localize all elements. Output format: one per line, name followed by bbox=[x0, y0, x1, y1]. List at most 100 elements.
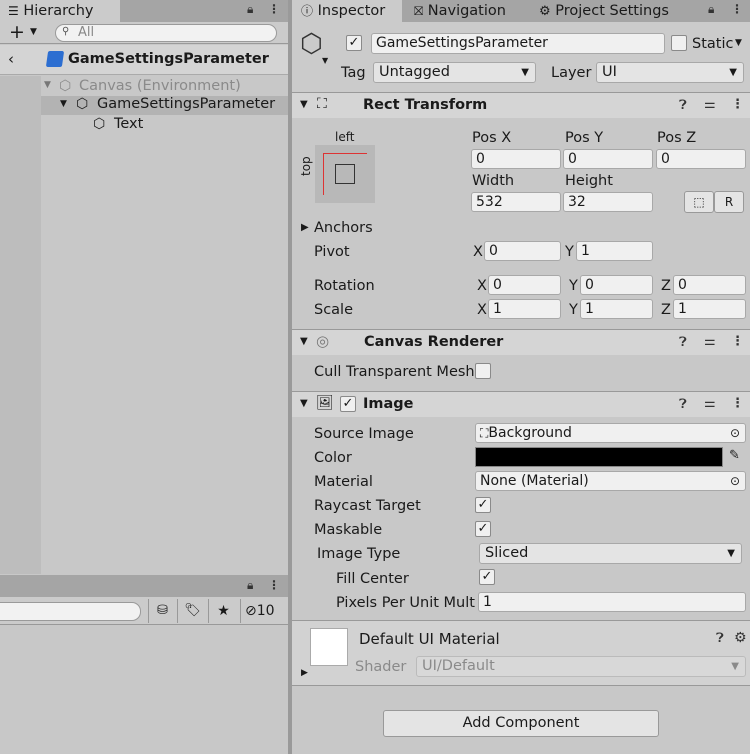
scale-z-input[interactable]: 1 bbox=[673, 299, 746, 319]
image-enabled-checkbox[interactable]: ✓ bbox=[340, 396, 356, 412]
info-icon: ⓘ bbox=[301, 4, 314, 18]
gameobject-large-icon[interactable]: ⬡ bbox=[300, 31, 323, 57]
foldout-arrow-icon[interactable]: ▼ bbox=[300, 398, 308, 409]
list-icon: ☰ bbox=[8, 4, 19, 18]
expand-arrow-icon[interactable]: ▼ bbox=[60, 99, 67, 109]
eyedropper-icon[interactable]: ✎ bbox=[729, 448, 740, 463]
more-menu-icon[interactable]: ⋮ bbox=[731, 97, 744, 112]
help-icon[interactable]: ❓︎ bbox=[679, 397, 687, 412]
pixels-per-unit-input[interactable]: 1 bbox=[478, 592, 746, 612]
tab-inspector[interactable]: ⓘ Inspector bbox=[292, 0, 402, 22]
image-header[interactable]: ▼ 🖼︎ ✓ Image ❓︎ ⚌ ⋮ bbox=[292, 391, 750, 417]
add-button[interactable]: + bbox=[9, 21, 25, 43]
bottom-search-input[interactable] bbox=[0, 602, 141, 621]
static-dropdown-arrow-icon[interactable]: ▼ bbox=[735, 38, 742, 48]
tag-label: Tag bbox=[341, 65, 366, 81]
object-picker-icon[interactable]: ⊙ bbox=[730, 472, 740, 490]
back-chevron-icon[interactable]: ‹ bbox=[8, 50, 14, 68]
icon-dropdown-arrow-icon[interactable]: ▼ bbox=[322, 56, 328, 65]
rotation-y-input[interactable]: 0 bbox=[580, 275, 653, 295]
search-icon: ⚲ bbox=[62, 26, 70, 37]
tab-hierarchy[interactable]: ☰ Hierarchy bbox=[0, 0, 120, 22]
gear-icon[interactable]: ⚙ bbox=[734, 630, 747, 646]
more-menu-icon[interactable]: ⋮ bbox=[731, 396, 744, 411]
maskable-checkbox[interactable]: ✓ bbox=[475, 521, 491, 537]
more-menu-icon[interactable]: ⋮ bbox=[731, 2, 743, 16]
raycast-target-checkbox[interactable]: ✓ bbox=[475, 497, 491, 513]
blueprint-mode-button[interactable]: ⬚ bbox=[684, 191, 714, 213]
pos-y-input[interactable]: 0 bbox=[563, 149, 653, 169]
source-image-field[interactable]: ⛶Background ⊙ bbox=[475, 423, 746, 443]
expand-arrow-icon[interactable]: ▼ bbox=[44, 80, 51, 90]
favorite-star-icon[interactable]: ★ bbox=[208, 599, 238, 623]
active-checkbox[interactable]: ✓ bbox=[346, 35, 362, 51]
filter-label-icon[interactable]: 🏷︎ bbox=[177, 599, 207, 623]
gameobject-icon: ⬡ bbox=[76, 96, 89, 112]
scale-x-input[interactable]: 1 bbox=[488, 299, 561, 319]
scale-y-input[interactable]: 1 bbox=[580, 299, 653, 319]
tab-project-settings[interactable]: ⚙ Project Settings bbox=[536, 0, 669, 22]
hidden-count-toggle[interactable]: ⊘10 bbox=[240, 599, 275, 623]
bottom-panel-tabbar bbox=[0, 575, 288, 597]
image-type-dropdown[interactable]: Sliced ▼ bbox=[479, 543, 742, 564]
scene-title: GameSettingsParameter bbox=[68, 51, 269, 67]
help-icon[interactable]: ❓︎ bbox=[679, 98, 687, 113]
cull-transparent-mesh-checkbox[interactable] bbox=[475, 363, 491, 379]
color-swatch[interactable] bbox=[475, 447, 723, 467]
rect-transform-header[interactable]: ▼ ⛶ Rect Transform ❓︎ ⚌ ⋮ bbox=[292, 92, 750, 118]
layer-label: Layer bbox=[551, 65, 592, 81]
rotation-x-input[interactable]: 0 bbox=[488, 275, 561, 295]
static-checkbox[interactable] bbox=[671, 35, 687, 51]
shader-dropdown[interactable]: UI/Default ▼ bbox=[416, 656, 746, 677]
anchor-left-label: left bbox=[335, 130, 355, 144]
foldout-arrow-icon[interactable]: ▼ bbox=[300, 99, 308, 110]
gameobject-icon: ⬡ bbox=[93, 116, 106, 132]
tab-navigation[interactable]: ⛝ Navigation bbox=[408, 0, 506, 22]
add-dropdown-arrow-icon[interactable]: ▼ bbox=[30, 27, 37, 37]
presets-icon[interactable]: ⚌ bbox=[704, 396, 716, 411]
layer-dropdown[interactable]: UI ▼ bbox=[596, 62, 744, 83]
dotted-rect-icon: ⬚ bbox=[693, 195, 705, 209]
width-input[interactable]: 532 bbox=[471, 192, 561, 212]
help-icon[interactable]: ❓︎ bbox=[716, 631, 724, 646]
chevron-down-icon: ▼ bbox=[729, 67, 737, 78]
fill-center-checkbox[interactable]: ✓ bbox=[479, 569, 495, 585]
object-name-input[interactable]: GameSettingsParameter bbox=[371, 33, 665, 54]
anchors-label[interactable]: Anchors bbox=[314, 219, 373, 237]
lock-icon[interactable]: 🔒︎ bbox=[708, 2, 714, 17]
material-thumbnail bbox=[310, 628, 348, 666]
anchor-presets-button[interactable] bbox=[315, 145, 375, 203]
pivot-y-input[interactable]: 1 bbox=[576, 241, 653, 261]
hierarchy-search-input[interactable]: ⚲ All bbox=[55, 24, 277, 42]
canvas-renderer-icon: ◎ bbox=[316, 332, 330, 350]
more-menu-icon[interactable]: ⋮ bbox=[731, 334, 744, 349]
foldout-arrow-icon[interactable]: ▼ bbox=[300, 336, 308, 347]
pos-x-input[interactable]: 0 bbox=[471, 149, 561, 169]
rect-transform-icon: ⛶ bbox=[317, 96, 327, 112]
canvas-renderer-header[interactable]: ▼ ◎ Canvas Renderer ❓︎ ⚌ ⋮ bbox=[292, 329, 750, 355]
tag-dropdown[interactable]: Untagged ▼ bbox=[373, 62, 536, 83]
height-input[interactable]: 32 bbox=[563, 192, 653, 212]
material-field[interactable]: None (Material) ⊙ bbox=[475, 471, 746, 491]
lock-icon[interactable]: 🔒︎ bbox=[247, 578, 253, 593]
presets-icon[interactable]: ⚌ bbox=[704, 334, 716, 349]
filter-type-icon[interactable]: ⛁ bbox=[148, 599, 176, 623]
tree-item[interactable]: ▼ ⬡ Canvas (Environment) bbox=[41, 78, 288, 96]
more-menu-icon[interactable]: ⋮ bbox=[268, 578, 280, 592]
pos-z-input[interactable]: 0 bbox=[656, 149, 746, 169]
lock-icon[interactable]: 🔒︎ bbox=[247, 2, 253, 17]
tree-gutter bbox=[0, 76, 41, 574]
presets-icon[interactable]: ⚌ bbox=[704, 97, 716, 112]
raw-edit-button[interactable]: R bbox=[714, 191, 744, 213]
help-icon[interactable]: ❓︎ bbox=[679, 335, 687, 350]
anchors-foldout-arrow-icon[interactable]: ▶ bbox=[301, 222, 309, 233]
tree-item[interactable]: ⬡ Text bbox=[41, 116, 288, 134]
rotation-z-input[interactable]: 0 bbox=[673, 275, 746, 295]
object-picker-icon[interactable]: ⊙ bbox=[730, 424, 740, 442]
tree-item-selected[interactable]: ▼ ⬡ GameSettingsParameter bbox=[41, 96, 288, 115]
pivot-x-input[interactable]: 0 bbox=[484, 241, 561, 261]
foldout-arrow-icon[interactable]: ▶ bbox=[301, 668, 308, 678]
add-component-button[interactable]: Add Component bbox=[383, 710, 659, 737]
static-label: Static bbox=[692, 36, 734, 52]
more-menu-icon[interactable]: ⋮ bbox=[268, 2, 280, 16]
